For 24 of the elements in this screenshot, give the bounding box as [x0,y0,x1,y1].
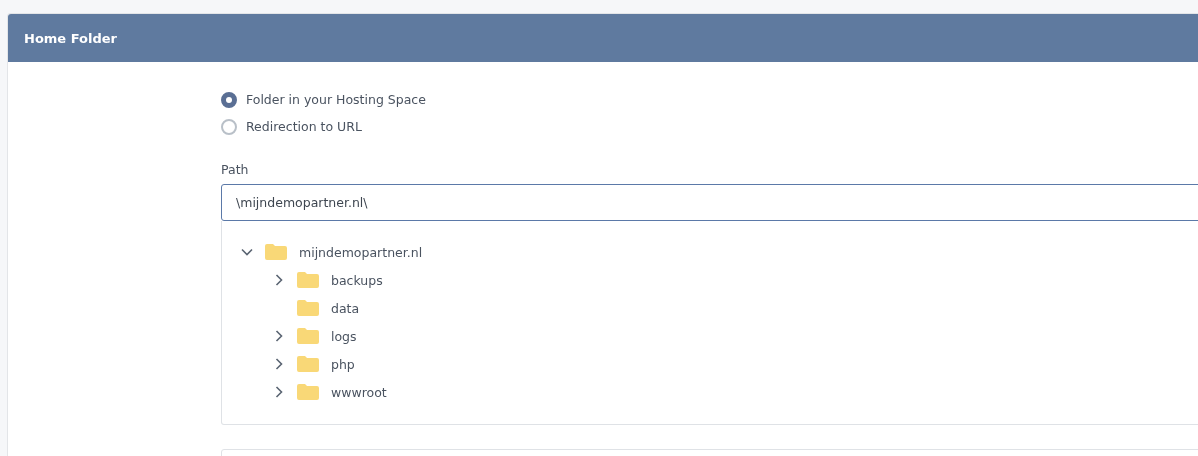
radio-button[interactable] [221,118,237,135]
folder-icon [297,328,319,344]
folder-icon [297,356,319,372]
folder-name[interactable]: mijndemopartner.nl [299,244,423,260]
chevron-right-icon[interactable] [273,330,285,342]
chevron-right-icon[interactable] [273,274,285,286]
folder-name[interactable]: wwwroot [331,384,387,400]
folder-name[interactable]: data [331,300,360,316]
folder-name[interactable]: logs [331,328,357,344]
folder-icon [297,300,319,316]
folder-icon [297,384,319,400]
radio-label[interactable]: Folder in your Hosting Space [246,92,426,107]
folder-name[interactable]: backups [331,272,383,288]
radio-label[interactable]: Redirection to URL [246,119,362,134]
path-field[interactable]: \mijndemopartner.nl\ [221,184,1198,221]
chevron-right-icon[interactable] [273,358,285,370]
radio-button[interactable] [221,91,237,108]
chevron-down-icon[interactable] [241,246,253,258]
folder-icon [297,272,319,288]
path-label: Path [221,162,249,177]
folder-icon [265,244,287,260]
folder-name[interactable]: php [331,356,355,372]
panel-title: Home Folder [24,30,117,46]
chevron-right-icon[interactable] [273,386,285,398]
